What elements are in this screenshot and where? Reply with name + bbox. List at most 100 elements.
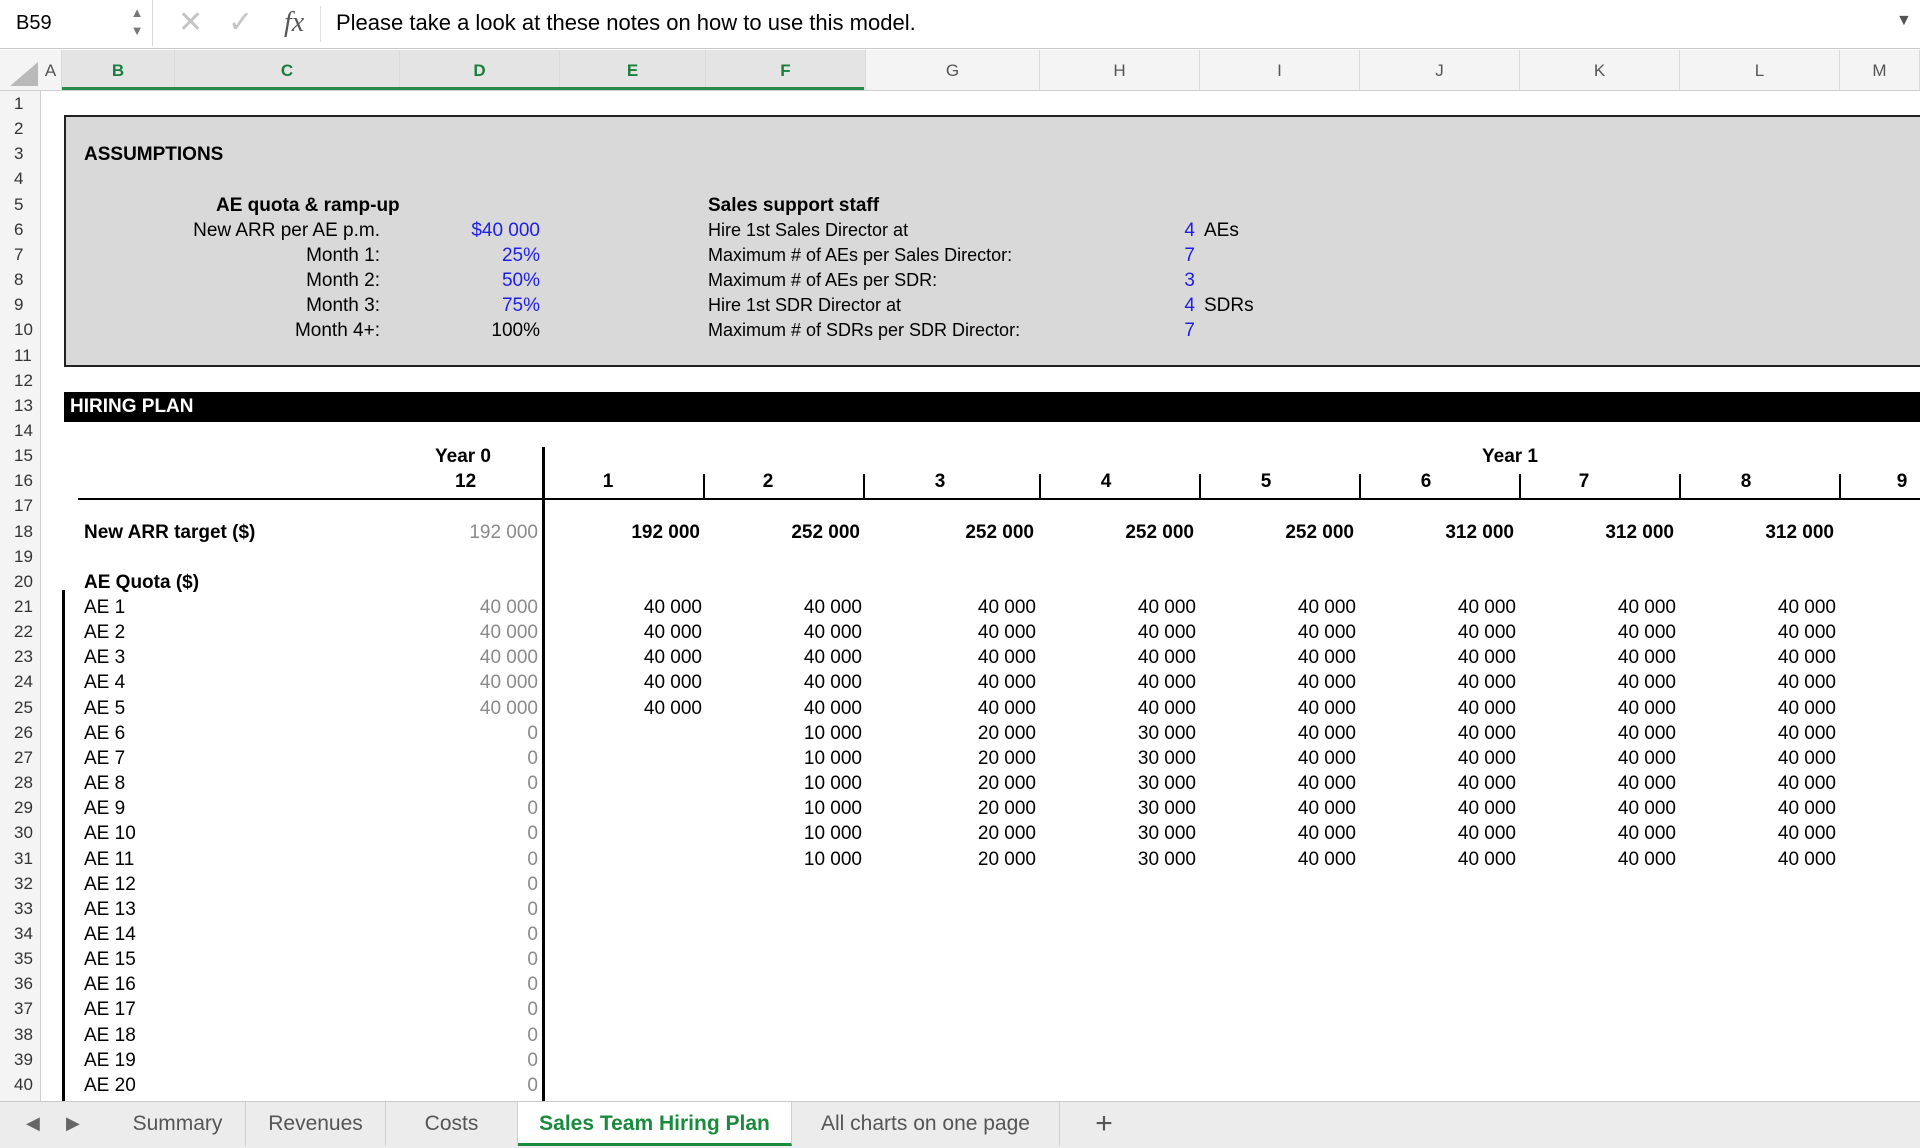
support-assumption-value[interactable]: 3 — [1150, 268, 1195, 293]
ae-month-quota[interactable]: 40 000 — [1376, 595, 1516, 620]
row-header-11[interactable]: 11 — [0, 343, 40, 368]
ae-month-quota[interactable]: 40 000 — [1536, 721, 1676, 746]
sheet-tab-sales-team-hiring-plan[interactable]: Sales Team Hiring Plan — [518, 1102, 792, 1146]
new-arr-year0[interactable]: 192 000 — [400, 520, 538, 545]
ae-month-quota[interactable]: 40 000 — [722, 696, 862, 721]
row-header-15[interactable]: 15 — [0, 443, 40, 468]
add-sheet-button[interactable]: + — [1082, 1105, 1126, 1143]
row-header-34[interactable]: 34 — [0, 921, 40, 946]
ae-month-quota[interactable]: 40 000 — [1376, 696, 1516, 721]
new-arr-value[interactable]: 312 000 — [1376, 520, 1514, 545]
ae-month-quota[interactable]: 40 000 — [1696, 796, 1836, 821]
ae-month-quota[interactable]: 40 000 — [1376, 771, 1516, 796]
ae-month-quota[interactable]: 40 000 — [562, 620, 702, 645]
ae-month-quota[interactable]: 40 000 — [722, 595, 862, 620]
row-header-27[interactable]: 27 — [0, 745, 40, 770]
column-header-d[interactable]: D — [400, 50, 560, 90]
row-header-5[interactable]: 5 — [0, 192, 40, 217]
ae-month-quota[interactable]: 40 000 — [896, 696, 1036, 721]
ae-month-quota[interactable]: 40 000 — [1536, 696, 1676, 721]
ae-assumption-value[interactable]: 75% — [420, 293, 540, 318]
support-assumption-value[interactable]: 7 — [1150, 318, 1195, 343]
ae-year0-quota[interactable]: 40 000 — [400, 620, 538, 645]
ae-month-quota[interactable]: 20 000 — [896, 721, 1036, 746]
ae-month-quota[interactable]: 40 000 — [1536, 771, 1676, 796]
row-header-20[interactable]: 20 — [0, 569, 40, 594]
row-header-16[interactable]: 16 — [0, 468, 40, 493]
ae-month-quota[interactable]: 40 000 — [562, 696, 702, 721]
select-all-icon[interactable] — [10, 62, 38, 86]
ae-month-quota[interactable]: 10 000 — [722, 721, 862, 746]
new-arr-value[interactable]: 252 000 — [1056, 520, 1194, 545]
row-header-39[interactable]: 39 — [0, 1047, 40, 1072]
ae-month-quota[interactable]: 40 000 — [1056, 696, 1196, 721]
row-header-1[interactable]: 1 — [0, 91, 40, 116]
new-arr-value[interactable]: 252 000 — [1216, 520, 1354, 545]
ae-month-quota[interactable]: 40 000 — [1696, 847, 1836, 872]
ae-month-quota[interactable]: 10 000 — [722, 847, 862, 872]
ae-assumption-value[interactable]: $40 000 — [420, 218, 540, 243]
column-header-l[interactable]: L — [1680, 50, 1840, 90]
ae-month-quota[interactable]: 10 000 — [722, 821, 862, 846]
ae-month-quota[interactable]: 40 000 — [896, 670, 1036, 695]
ae-month-quota[interactable]: 40 000 — [722, 620, 862, 645]
ae-month-quota[interactable]: 40 000 — [1056, 620, 1196, 645]
ae-month-quota[interactable]: 40 000 — [1536, 645, 1676, 670]
ae-month-quota[interactable]: 10 000 — [722, 746, 862, 771]
ae-month-quota[interactable]: 40 000 — [722, 645, 862, 670]
new-arr-value[interactable]: 192 000 — [562, 520, 700, 545]
ae-month-quota[interactable]: 40 000 — [1376, 670, 1516, 695]
ae-year0-quota[interactable]: 0 — [400, 721, 538, 746]
row-header-22[interactable]: 22 — [0, 619, 40, 644]
scroll-tabs-left-icon[interactable]: ◀ — [26, 1113, 40, 1134]
row-header-4[interactable]: 4 — [0, 166, 40, 191]
ae-month-quota[interactable]: 40 000 — [896, 620, 1036, 645]
ae-month-quota[interactable]: 40 000 — [1216, 796, 1356, 821]
row-header-10[interactable]: 10 — [0, 317, 40, 342]
ae-month-quota[interactable]: 40 000 — [1376, 821, 1516, 846]
ae-month-quota[interactable]: 40 000 — [1216, 746, 1356, 771]
row-header-23[interactable]: 23 — [0, 644, 40, 669]
support-assumption-value[interactable]: 4 — [1150, 293, 1195, 318]
ae-month-quota[interactable]: 20 000 — [896, 796, 1036, 821]
column-header-g[interactable]: G — [866, 50, 1040, 90]
expand-formula-bar-icon[interactable]: ▼ — [1896, 12, 1912, 30]
ae-year0-quota[interactable]: 40 000 — [400, 595, 538, 620]
ae-month-quota[interactable]: 40 000 — [1376, 847, 1516, 872]
ae-month-quota[interactable]: 40 000 — [1376, 620, 1516, 645]
row-header-29[interactable]: 29 — [0, 795, 40, 820]
formula-input[interactable]: Please take a look at these notes on how… — [336, 10, 916, 36]
row-header-9[interactable]: 9 — [0, 292, 40, 317]
name-box[interactable]: B59 ▲ ▼ — [0, 0, 153, 46]
cancel-edit-icon[interactable]: ✕ — [178, 6, 203, 40]
ae-month-quota[interactable]: 40 000 — [1536, 821, 1676, 846]
row-header-26[interactable]: 26 — [0, 720, 40, 745]
row-header-18[interactable]: 18 — [0, 519, 40, 544]
ae-month-quota[interactable]: 40 000 — [1536, 746, 1676, 771]
support-assumption-value[interactable]: 7 — [1150, 243, 1195, 268]
row-header-35[interactable]: 35 — [0, 946, 40, 971]
ae-month-quota[interactable]: 40 000 — [1216, 670, 1356, 695]
new-arr-value[interactable]: 312 000 — [1696, 520, 1834, 545]
ae-month-quota[interactable]: 40 000 — [1696, 721, 1836, 746]
row-header-25[interactable]: 25 — [0, 695, 40, 720]
new-arr-value[interactable]: 252 000 — [722, 520, 860, 545]
ae-month-quota[interactable]: 40 000 — [1216, 595, 1356, 620]
ae-month-quota[interactable]: 40 000 — [1536, 796, 1676, 821]
column-header-c[interactable]: C — [175, 50, 400, 90]
ae-month-quota[interactable]: 30 000 — [1056, 746, 1196, 771]
row-header-32[interactable]: 32 — [0, 871, 40, 896]
row-header-2[interactable]: 2 — [0, 116, 40, 141]
row-header-38[interactable]: 38 — [0, 1022, 40, 1047]
row-header-13[interactable]: 13 — [0, 393, 40, 418]
sheet-tab-costs[interactable]: Costs — [386, 1102, 518, 1146]
new-arr-value[interactable]: 312 000 — [1536, 520, 1674, 545]
row-header-36[interactable]: 36 — [0, 971, 40, 996]
ae-month-quota[interactable]: 40 000 — [896, 645, 1036, 670]
row-header-6[interactable]: 6 — [0, 217, 40, 242]
ae-assumption-value[interactable]: 100% — [420, 318, 540, 343]
ae-year0-quota[interactable]: 0 — [400, 1073, 538, 1098]
column-header-a[interactable]: A — [40, 50, 62, 90]
ae-month-quota[interactable]: 40 000 — [1216, 821, 1356, 846]
row-header-33[interactable]: 33 — [0, 896, 40, 921]
